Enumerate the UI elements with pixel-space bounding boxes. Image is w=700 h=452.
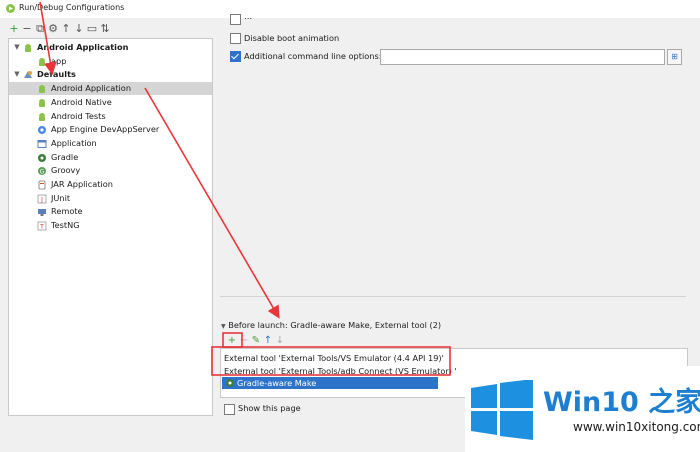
section-divider [220,296,686,297]
tree-item-label: Remote [51,206,83,217]
sort-button[interactable]: ⇅ [99,22,111,36]
before-launch-item-label: Gradle-aware Make [237,378,317,388]
partial-label: … [244,11,253,21]
partial-checkbox[interactable] [230,14,241,25]
tree-item[interactable]: Remote [9,205,212,218]
settings-config-button[interactable]: ⚙ [47,22,59,36]
window-title: Run/Debug Configurations [19,3,125,12]
move-down-button[interactable]: ↓ [73,22,85,36]
before-launch-header[interactable]: ▼ Before launch: Gradle-aware Make, Exte… [221,320,441,330]
svg-text:T: T [39,224,44,231]
android-icon [39,57,45,66]
tree-item[interactable]: App Engine DevAppServer [9,123,212,136]
cmdline-label: Additional command line options: [244,51,382,61]
config-tree[interactable]: ▼ Android Application app ▼ Defaults Android … [8,38,213,416]
tree-item-label: TestNG [51,220,80,231]
android-icon [39,98,45,107]
show-page-checkbox[interactable] [224,404,235,415]
bl-remove-button[interactable]: − [238,334,250,348]
tree-item-label: Defaults [37,69,76,80]
android-icon [25,44,31,52]
tree-item-label: Android Native [51,96,112,107]
tree-item[interactable]: Android Tests [9,110,212,123]
disable-boot-label: Disable boot animation [244,33,340,43]
defaults-icon [24,71,32,79]
before-launch-item-label: External tool 'External Tools/adb Connec… [224,365,457,376]
watermark-brand: Win10 之家 [543,387,700,418]
android-icon [39,85,45,94]
tree-item-label: Android Application [37,42,129,52]
testng-icon: T [37,221,47,231]
cmdline-checkbox[interactable] [230,51,241,62]
tree-item[interactable]: Gradle [9,151,212,164]
copy-config-button[interactable]: ⧉ [34,22,46,36]
before-launch-item[interactable]: Gradle-aware Make [222,377,438,389]
bl-add-button[interactable]: + [226,334,238,348]
config-toolbar: + − ⧉ ⚙ ↑ ↓ ▭ ⇅ [8,22,208,38]
tree-item-label: Gradle [51,151,79,162]
remove-config-button[interactable]: − [21,22,33,36]
tree-item[interactable]: app [9,55,212,68]
before-launch-toolbar: + − ✎ ↑ ↓ [220,334,320,347]
tree-item-label: JAR Application [51,179,113,189]
svg-text:J: J [40,196,43,203]
tree-item[interactable]: Android Application [9,82,212,96]
app-engine-icon [38,126,46,135]
before-launch-title: Before launch: Gradle-aware Make, Extern… [228,320,442,330]
expand-arrow-icon[interactable]: ▼ [13,41,21,54]
bl-edit-button[interactable]: ✎ [250,334,262,348]
watermark-url: www.win10xitong.com [573,420,700,434]
svg-text:G: G [40,169,45,176]
folder-button[interactable]: ▭ [86,22,98,36]
tree-item[interactable]: Android Native [9,96,212,109]
window-title-bar: Run/Debug Configurations [0,0,700,18]
bl-up-button[interactable]: ↑ [262,334,274,348]
tree-item[interactable]: J JUnit [9,192,212,205]
win10-watermark: Win10 之家 www.win10xitong.com [465,366,700,452]
tree-item[interactable]: G Groovy [9,164,212,177]
tree-item-label: Groovy [51,165,81,176]
tree-item-label: Android Tests [51,110,106,121]
gradle-icon [226,379,234,387]
expand-icon: ⊞ [671,52,678,61]
tree-item-label: App Engine DevAppServer [51,124,160,135]
before-launch-item-label: External tool 'External Tools/VS Emulato… [224,353,444,363]
move-up-button[interactable]: ↑ [60,22,72,36]
groovy-icon: G [38,167,46,176]
expand-arrow-icon[interactable]: ▼ [13,68,21,81]
tree-item[interactable]: ▼ Defaults [9,68,212,81]
tree-item-label: Application [51,137,97,148]
android-run-icon [6,4,15,13]
tree-item[interactable]: ▼ Android Application [9,41,212,54]
bl-down-button[interactable]: ↓ [274,334,286,348]
jar-icon [38,180,46,190]
add-config-button[interactable]: + [8,22,20,36]
tree-item-label: app [51,55,67,66]
collapse-arrow-icon: ▼ [221,323,226,330]
tree-item[interactable]: Application [9,137,212,150]
android-icon [39,112,45,121]
gradle-icon [38,153,46,162]
tree-item[interactable]: T TestNG [9,219,212,232]
disable-boot-checkbox[interactable] [230,33,241,44]
windows-logo-icon [471,380,533,440]
cmdline-input[interactable] [380,49,665,65]
tree-item-label: Android Application [51,83,132,94]
tree-item[interactable]: JAR Application [9,178,212,191]
remote-icon [38,209,46,217]
tree-item-label: JUnit [51,192,71,203]
junit-icon: J [37,194,47,203]
application-icon [37,139,47,148]
expand-field-button[interactable]: ⊞ [667,49,682,65]
show-page-label: Show this page [238,403,301,413]
